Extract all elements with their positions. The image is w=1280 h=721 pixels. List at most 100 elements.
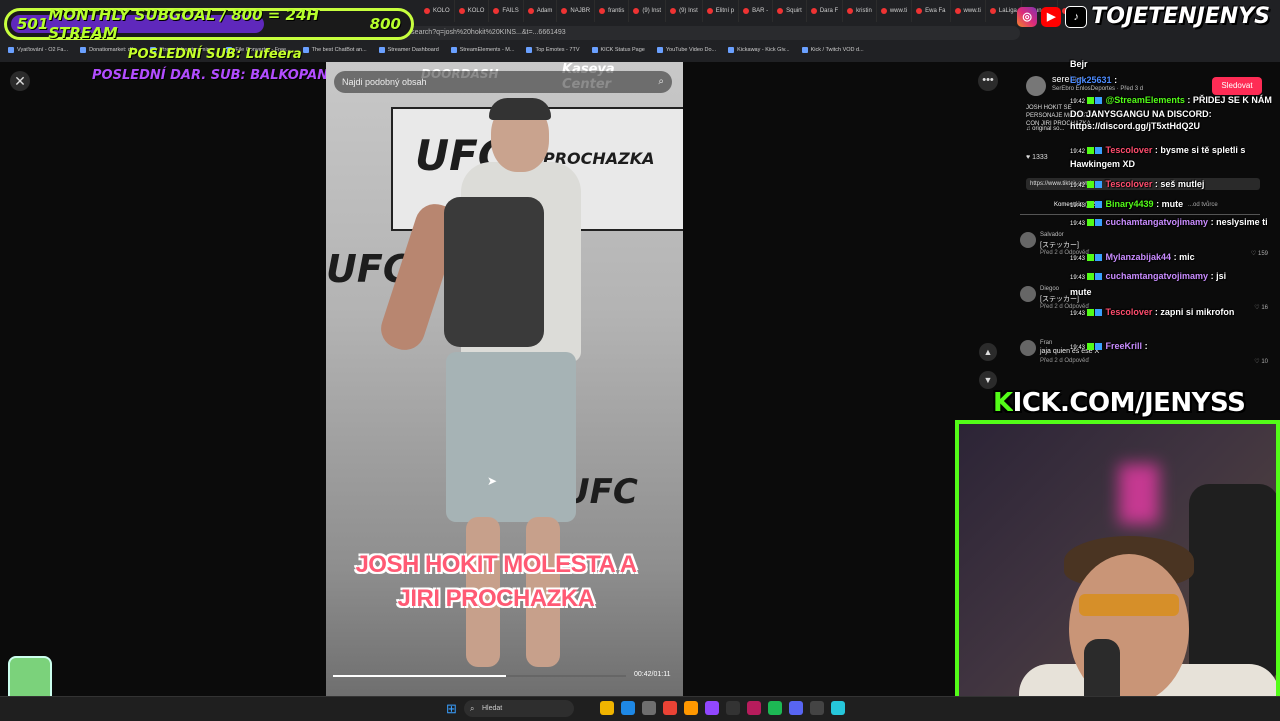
chat-message: mute <box>1070 286 1280 298</box>
app-icon[interactable] <box>726 701 740 715</box>
bookmark-item[interactable]: Streamer Dashboard <box>378 43 439 57</box>
chat-username[interactable]: FreeKrill <box>1106 341 1143 351</box>
next-video-icon[interactable]: ▼ <box>979 371 997 389</box>
browser-tab[interactable]: kristin <box>843 0 877 22</box>
chat-username[interactable]: Mylanzabijak44 <box>1106 252 1172 262</box>
like-count[interactable]: ♥ 1333 <box>1026 154 1048 161</box>
windows-start-icon[interactable]: ⊞ <box>446 701 457 717</box>
chat-text: : neslysime ti <box>1210 217 1268 227</box>
bookmark-favicon-icon <box>526 47 533 53</box>
browser-tab[interactable]: KOLO <box>420 0 455 22</box>
bookmark-item[interactable]: Kickaway - Kick Giv... <box>728 43 790 57</box>
like-count-value: 1333 <box>1032 154 1048 161</box>
comment-avatar[interactable] <box>1020 340 1036 356</box>
tab-favicon-icon <box>706 8 713 14</box>
subgoal-target: 800 <box>369 15 401 33</box>
last-donation-label: POSLEDNÍ DAR. SUB: BALKOPAN10 <box>92 68 347 83</box>
browser-tab[interactable]: BAR - <box>739 0 774 22</box>
comment-user[interactable]: Fran <box>1040 340 1052 346</box>
bookmark-item[interactable]: YouTube Video Do... <box>656 43 716 57</box>
browser-tab[interactable]: www.ti <box>877 0 913 22</box>
tab-favicon-icon <box>954 8 961 14</box>
store-icon[interactable] <box>642 701 656 715</box>
browser-tab[interactable]: (9) Inst <box>666 0 703 22</box>
search-icon[interactable]: ⌕ <box>658 71 664 93</box>
chat-badge-icon <box>1087 254 1095 262</box>
tab-label: (9) Inst <box>679 8 698 14</box>
close-icon[interactable]: ✕ <box>10 71 30 91</box>
chat-badge-icon <box>1087 273 1095 281</box>
browser-tab[interactable]: KOLO <box>455 0 490 22</box>
spotify-icon[interactable] <box>768 701 782 715</box>
app-icon[interactable] <box>705 701 719 715</box>
bookmark-label: Kickaway - Kick Giv... <box>737 47 790 53</box>
bookmark-item[interactable]: StreamElements - M... <box>450 43 514 57</box>
sound-label[interactable]: ♫ original so... <box>1026 126 1065 132</box>
heart-icon[interactable]: ♥ <box>1026 154 1030 161</box>
browser-tab[interactable]: Dara F <box>807 0 844 22</box>
taskbar-search[interactable]: ⌕ Hledat <box>464 700 574 717</box>
chat-username[interactable]: Egk25631 <box>1070 75 1112 85</box>
browser-tab[interactable]: FAILS <box>489 0 524 22</box>
browser-tab[interactable]: Elitní p <box>703 0 740 22</box>
tab-favicon-icon <box>424 8 430 14</box>
chat-badge-icon <box>1095 181 1103 189</box>
edge-icon[interactable] <box>621 701 635 715</box>
browser-tab[interactable]: NAJBR <box>557 0 596 22</box>
chat-username[interactable]: Tescolover <box>1106 179 1153 189</box>
video-search-input[interactable]: Najdi podobný obsah ⌕ <box>334 71 672 93</box>
chat-username[interactable]: Binary4439 <box>1106 199 1154 209</box>
file-explorer-icon[interactable] <box>600 701 614 715</box>
chat-username[interactable]: cuchamtangatvojimamy <box>1106 271 1209 281</box>
comment-user[interactable]: Diegoo <box>1040 286 1059 292</box>
bookmark-item[interactable]: Kick / Twitch VOD d... <box>801 43 864 57</box>
app-icon[interactable] <box>831 701 845 715</box>
chat-message: 19:43 cuchamtangatvojimamy : jsi <box>1070 270 1280 284</box>
youtube-icon: ▶ <box>1041 6 1062 27</box>
browser-tab[interactable]: Ewa Fa <box>912 0 951 22</box>
video-progress-bar[interactable] <box>333 675 626 677</box>
chat-badge-icon <box>1095 97 1103 105</box>
bookmark-item[interactable]: Top Emotes - 7TV <box>526 43 580 57</box>
chat-username[interactable]: @StreamElements <box>1106 95 1185 105</box>
bookmark-item[interactable]: The best ChatBot an... <box>302 43 367 57</box>
bookmark-label: KICK Status Page <box>600 47 645 53</box>
firefox-icon[interactable] <box>684 701 698 715</box>
chat-badge-icon <box>1087 97 1095 105</box>
tab-label: kristin <box>856 8 872 14</box>
chat-username[interactable]: cuchamtangatvojimamy <box>1106 217 1209 227</box>
browser-tab-strip[interactable]: KOLO KOLO FAILS Adam NAJBR frantis (9) Inst (9)… <box>420 0 1070 22</box>
browser-tab[interactable]: www.ti <box>951 0 986 22</box>
chat-text: : mic <box>1173 252 1195 262</box>
chat-username[interactable]: Tescolover <box>1106 307 1153 317</box>
bookmark-item[interactable]: KICK Status Page <box>591 43 645 57</box>
comment-avatar[interactable] <box>1020 286 1036 302</box>
browser-tab[interactable]: Squirt <box>773 0 807 22</box>
chat-badge-icon <box>1095 254 1103 262</box>
discord-icon[interactable] <box>789 701 803 715</box>
streamer-glasses <box>1079 594 1179 616</box>
tab-favicon-icon <box>777 8 784 14</box>
chat-badge-icon <box>1087 201 1095 209</box>
comment-avatar[interactable] <box>1020 232 1036 248</box>
chat-text: : mute <box>1156 199 1184 209</box>
app-icon[interactable] <box>747 701 761 715</box>
bookmark-favicon-icon <box>591 47 598 53</box>
chrome-icon[interactable] <box>663 701 677 715</box>
chat-badge-icon <box>1095 309 1103 317</box>
browser-tab[interactable]: Adam <box>524 0 558 22</box>
streamer-handle: TOJETENJENYS <box>1091 4 1270 29</box>
obs-icon[interactable] <box>810 701 824 715</box>
chat-time: 19:42 <box>1070 99 1086 105</box>
tab-favicon-icon <box>916 8 923 14</box>
author-avatar[interactable] <box>1026 76 1046 96</box>
more-options-icon[interactable]: ••• <box>978 71 998 91</box>
browser-tab[interactable]: (9) Inst <box>629 0 667 22</box>
chat-username[interactable]: Tescolover <box>1106 145 1153 155</box>
bookmark-item[interactable]: Vyaťtování - O2 Fa... <box>8 43 68 57</box>
caption-line-1: JOSH HOKIT MOLESTA A <box>355 551 637 578</box>
browser-tab[interactable]: frantis <box>595 0 630 22</box>
tab-label: Ewa Fa <box>925 8 946 14</box>
comment-user[interactable]: Salvador <box>1040 232 1064 238</box>
previous-video-icon[interactable]: ▲ <box>979 343 997 361</box>
